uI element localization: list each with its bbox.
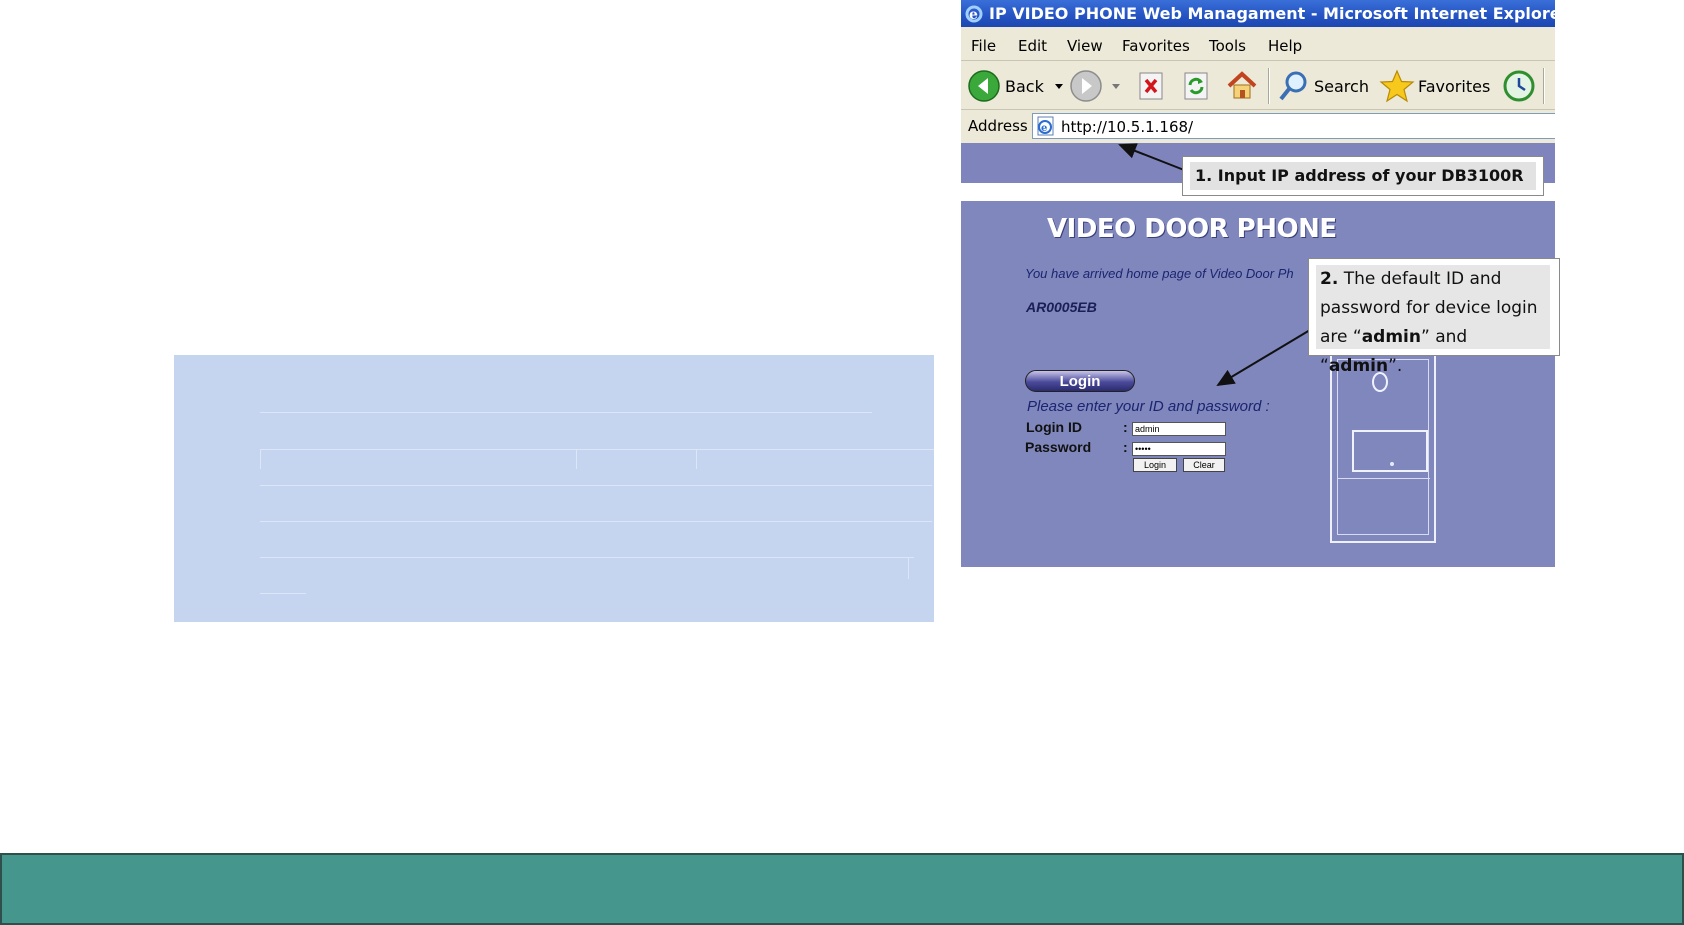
default-id: admin: [1361, 327, 1421, 347]
menu-edit[interactable]: Edit: [1018, 37, 1047, 55]
welcome-text: You have arrived home page of Video Door…: [1025, 266, 1294, 281]
favorites-button[interactable]: Favorites: [1379, 68, 1490, 104]
search-label: Search: [1314, 76, 1369, 96]
star-icon: [1379, 69, 1415, 103]
divider: [260, 412, 872, 413]
page-icon: e: [1037, 116, 1054, 136]
stop-icon: [1139, 72, 1163, 100]
callout-step2: 2. The default ID and password for devic…: [1308, 258, 1560, 376]
divider: [260, 557, 914, 558]
divider: [260, 449, 261, 469]
chevron-down-icon[interactable]: [1052, 81, 1066, 91]
divider: [576, 449, 577, 469]
page-title: VIDEO DOOR PHONE: [1047, 214, 1337, 244]
callout-step1-text: 1. Input IP address of your DB3100R: [1190, 162, 1536, 190]
login-id-field[interactable]: admin: [1132, 422, 1226, 436]
callout-step2-part: ”.: [1388, 356, 1403, 376]
password-field[interactable]: •••••: [1132, 442, 1226, 456]
menu-favorites[interactable]: Favorites: [1122, 37, 1190, 55]
login-button[interactable]: Login: [1133, 458, 1177, 472]
clear-button[interactable]: Clear: [1183, 458, 1225, 472]
search-button[interactable]: Search: [1277, 68, 1369, 104]
back-arrow-icon: [968, 70, 1000, 102]
login-id-colon: :: [1123, 419, 1128, 435]
back-label: Back: [1005, 76, 1044, 96]
login-heading: Login: [1025, 370, 1135, 392]
login-id-label: Login ID: [1026, 419, 1082, 435]
back-button[interactable]: Back: [967, 68, 1066, 104]
window-title: IP VIDEO PHONE Web Managament - Microsof…: [989, 4, 1555, 23]
svg-text:e: e: [1041, 123, 1047, 134]
menu-help[interactable]: Help: [1268, 37, 1302, 55]
menu-file[interactable]: File: [971, 37, 996, 55]
toolbar-separator: [1543, 68, 1545, 104]
callout-step1: 1. Input IP address of your DB3100R: [1182, 156, 1544, 196]
callout-step2-text: 2. The default ID and password for devic…: [1316, 265, 1550, 376]
info-panel: [174, 355, 934, 622]
login-prompt: Please enter your ID and password :: [1027, 398, 1270, 415]
device-id: AR0005EB: [1026, 299, 1097, 315]
stop-button[interactable]: [1136, 68, 1168, 104]
password-label: Password: [1025, 439, 1092, 455]
svg-text:e: e: [969, 7, 978, 23]
address-label: Address: [968, 117, 1028, 135]
address-bar: Address e http://10.5.1.168/: [961, 111, 1555, 141]
address-url: http://10.5.1.168/: [1061, 118, 1194, 136]
menu-bar: File Edit View Favorites Tools Help: [961, 29, 1555, 61]
home-button[interactable]: [1225, 68, 1259, 104]
title-bar: e IP VIDEO PHONE Web Managament - Micros…: [961, 0, 1555, 27]
chevron-down-icon[interactable]: [1109, 81, 1123, 91]
address-input[interactable]: e http://10.5.1.168/: [1032, 113, 1555, 139]
password-colon: :: [1123, 439, 1128, 455]
toolbar-separator: [1268, 68, 1270, 104]
default-password: admin: [1328, 356, 1389, 376]
search-icon: [1279, 71, 1307, 101]
call-button-icon: [1390, 462, 1394, 466]
ie-logo-icon: e: [965, 5, 983, 23]
step-number: 2.: [1320, 269, 1339, 289]
history-button[interactable]: [1501, 68, 1537, 104]
footer-bar: [0, 853, 1684, 925]
page-content: VIDEO DOOR PHONE You have arrived home p…: [961, 201, 1555, 567]
divider: [260, 593, 306, 594]
forward-arrow-icon: [1070, 70, 1102, 102]
divider: [260, 485, 932, 486]
favorites-label: Favorites: [1418, 76, 1491, 96]
refresh-icon: [1184, 72, 1208, 100]
door-phone-divider: [1338, 478, 1430, 479]
door-phone-panel: [1352, 430, 1428, 472]
divider: [260, 521, 932, 522]
door-phone-faceplate: [1337, 359, 1430, 535]
home-icon: [1227, 71, 1257, 99]
door-phone-image: [1330, 353, 1436, 543]
toolbar: Back Search Favorites: [961, 62, 1555, 110]
menu-tools[interactable]: Tools: [1209, 37, 1246, 55]
divider: [696, 449, 697, 469]
refresh-button[interactable]: [1181, 68, 1213, 104]
menu-view[interactable]: View: [1067, 37, 1103, 55]
divider: [260, 449, 934, 450]
history-icon: [1503, 70, 1535, 102]
divider: [908, 557, 909, 579]
forward-button[interactable]: [1069, 68, 1123, 104]
